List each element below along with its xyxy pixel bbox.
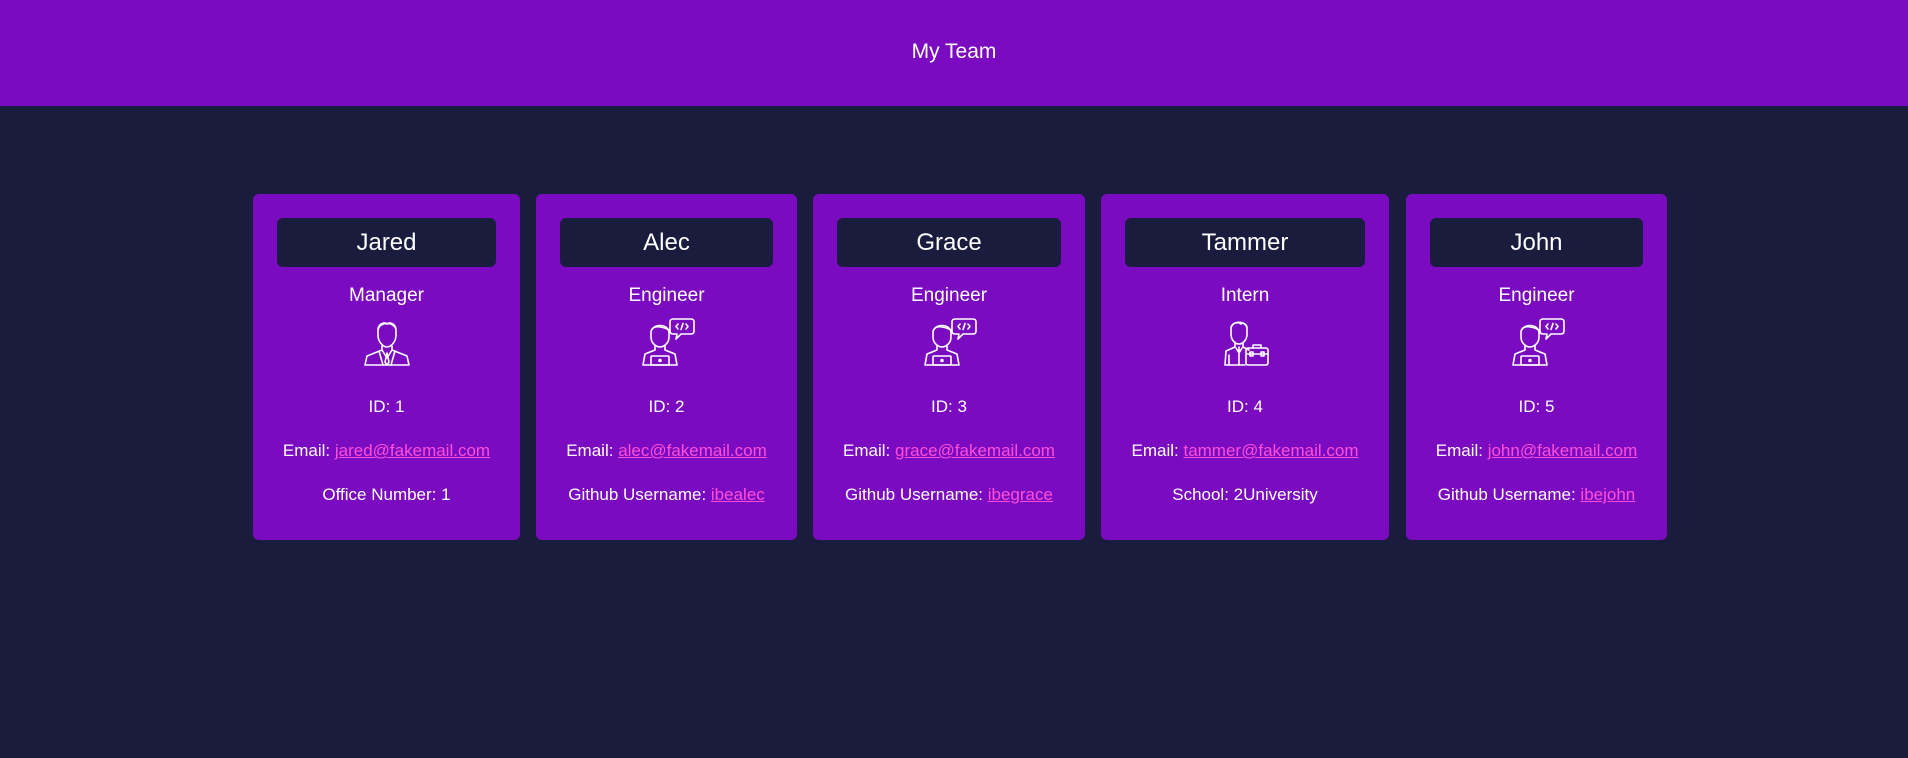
- github-link[interactable]: ibejohn: [1580, 485, 1635, 504]
- employee-card: Grace Engineer ID: 3 Email: grace@fakema…: [813, 194, 1085, 540]
- employee-school: School: 2University: [1172, 485, 1318, 504]
- employee-card: Jared Manager ID: 1 Email: jared@fakemai…: [253, 194, 520, 540]
- employee-role: Engineer: [910, 285, 988, 306]
- employee-email: Email: grace@fakemail.com: [843, 441, 1055, 460]
- github-link[interactable]: ibegrace: [988, 485, 1053, 504]
- employee-card: Alec Engineer ID: 2 Email: alec@fakemail…: [536, 194, 797, 540]
- team-cards: Jared Manager ID: 1 Email: jared@fakemai…: [0, 106, 1908, 758]
- employee-github: Github Username: ibegrace: [845, 485, 1053, 504]
- email-link[interactable]: tammer@fakemail.com: [1183, 441, 1358, 460]
- intern-icon: [1217, 315, 1273, 367]
- employee-name: Tammer: [1125, 218, 1365, 267]
- manager-icon: [359, 315, 415, 367]
- employee-role: Engineer: [1498, 285, 1575, 306]
- employee-email: Email: alec@fakemail.com: [566, 441, 767, 460]
- employee-github: Github Username: ibejohn: [1437, 485, 1636, 504]
- engineer-icon: [1509, 315, 1565, 367]
- page-header: My Team: [0, 0, 1908, 106]
- employee-id: ID: 1: [368, 397, 405, 416]
- employee-email: Email: john@fakemail.com: [1435, 441, 1638, 460]
- email-link[interactable]: grace@fakemail.com: [895, 441, 1055, 460]
- employee-card: John Engineer ID: 5 Email: john@fakemail…: [1406, 194, 1667, 540]
- employee-id: ID: 5: [1518, 397, 1555, 416]
- email-link[interactable]: alec@fakemail.com: [618, 441, 767, 460]
- employee-role: Intern: [1220, 285, 1270, 306]
- employee-name: Grace: [837, 218, 1061, 267]
- employee-name: John: [1430, 218, 1643, 267]
- employee-name: Jared: [277, 218, 496, 267]
- employee-office-number: Office Number: 1: [322, 485, 451, 504]
- employee-card: Tammer Intern ID: 4 Email: tammer@fakema…: [1101, 194, 1389, 540]
- employee-id: ID: 2: [648, 397, 685, 416]
- employee-email: Email: tammer@fakemail.com: [1131, 441, 1359, 460]
- employee-id: ID: 3: [931, 397, 967, 416]
- employee-id: ID: 4: [1227, 397, 1263, 416]
- github-link[interactable]: ibealec: [711, 485, 765, 504]
- email-link[interactable]: john@fakemail.com: [1488, 441, 1638, 460]
- employee-github: Github Username: ibealec: [568, 485, 765, 504]
- employee-email: Email: jared@fakemail.com: [282, 441, 491, 460]
- email-link[interactable]: jared@fakemail.com: [335, 441, 490, 460]
- employee-role: Manager: [349, 285, 424, 306]
- engineer-icon: [639, 315, 695, 367]
- engineer-icon: [921, 315, 977, 367]
- page-title: My Team: [911, 40, 997, 63]
- employee-role: Engineer: [628, 285, 705, 306]
- employee-name: Alec: [560, 218, 773, 267]
